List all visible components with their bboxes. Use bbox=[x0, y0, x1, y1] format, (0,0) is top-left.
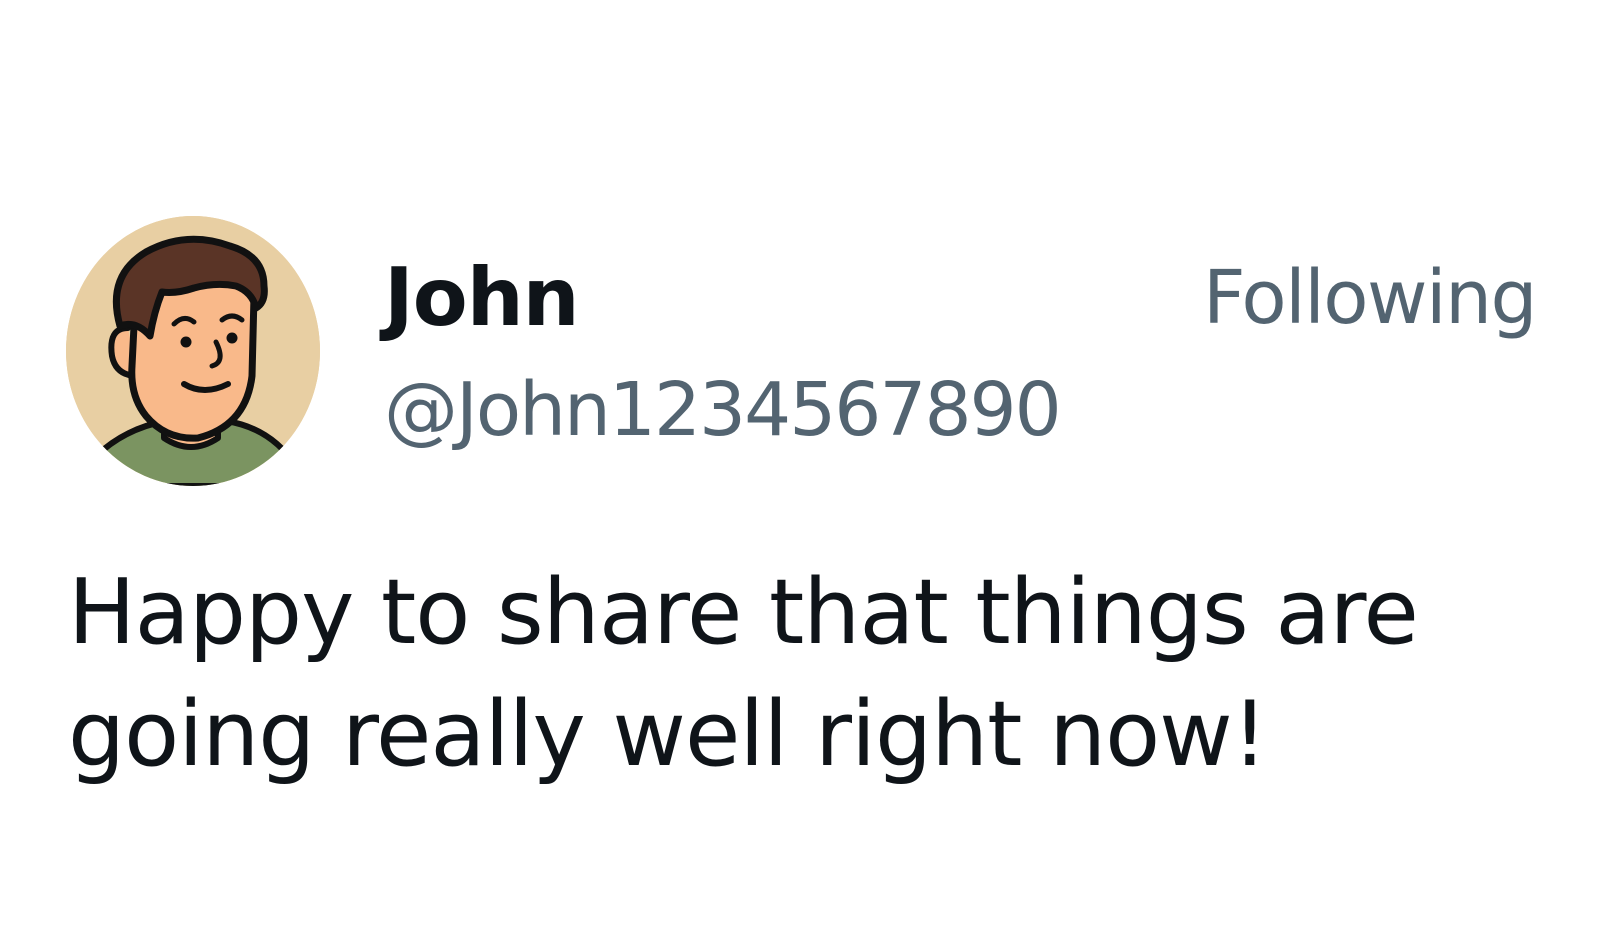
avatar[interactable] bbox=[66, 216, 320, 486]
user-handle[interactable]: @John1234567890 bbox=[384, 368, 1062, 452]
display-name[interactable]: John bbox=[384, 253, 580, 343]
post-card: John @John1234567890 Following Happy to … bbox=[0, 0, 1612, 944]
post-text: Happy to share that things are going rea… bbox=[68, 560, 1419, 787]
cartoon-man-icon bbox=[66, 216, 320, 486]
following-button[interactable]: Following bbox=[1203, 256, 1538, 340]
